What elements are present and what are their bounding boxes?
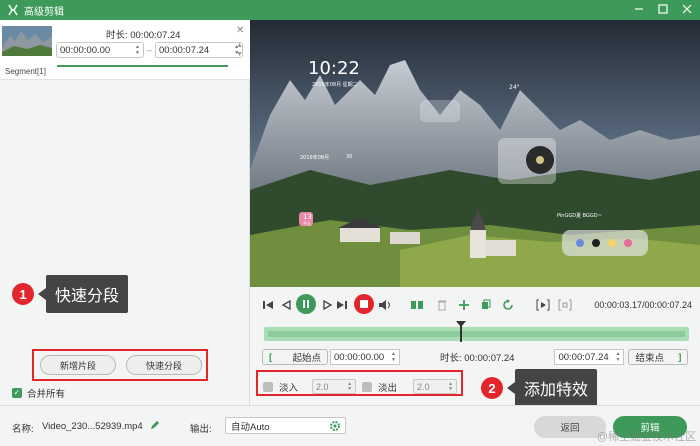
window-title: 高级剪辑	[24, 6, 64, 18]
clock-text: 10:22	[308, 58, 360, 79]
name-label: 名称:	[12, 424, 34, 435]
segment-item[interactable]: 时长: 00:00:07.24 ✕ 00:00:00.00 ▲ ▼ – 00:00…	[0, 20, 250, 80]
fade-out-value[interactable]: 2.0 ▲ ▼	[413, 379, 458, 394]
merge-all-checkbox[interactable]: ✓ 合并所有	[12, 386, 65, 400]
edit-name-icon[interactable]	[149, 419, 159, 434]
bottom-bar: 名称: Video_230...52939.mp4 输出: 自动Auto 返回 …	[0, 405, 700, 446]
playback-time: 00:00:03.17/00:00:07.24	[594, 300, 692, 310]
calendar-today: 13	[303, 213, 312, 221]
trim-row: [起始点 00:00:00.00 ▲ ▼ 时长: 00:00:07.24 00:0…	[262, 348, 690, 366]
reorder-icon[interactable]: ▲ ▼	[236, 42, 243, 58]
fade-in-control[interactable]: 淡入 2.0 ▲ ▼	[263, 379, 357, 394]
fade-in-value[interactable]: 2.0 ▲ ▼	[312, 379, 357, 394]
segment-close-icon[interactable]: ✕	[236, 25, 244, 36]
volume-icon[interactable]	[378, 296, 392, 314]
set-start-button[interactable]: [起始点	[262, 349, 328, 365]
skip-end-icon[interactable]	[336, 296, 348, 314]
fade-out-control[interactable]: 淡出 2.0 ▲ ▼	[362, 379, 458, 394]
stepper-arrows-icon[interactable]: ▲ ▼	[616, 351, 621, 363]
mark-in-icon[interactable]	[536, 296, 550, 314]
music-label: PinGGD夏 BGGD~	[557, 213, 602, 219]
mark-out-icon[interactable]	[558, 296, 572, 314]
annotation-1: 1 快速分段	[12, 275, 129, 313]
stop-button[interactable]	[354, 294, 374, 314]
reset-icon[interactable]	[502, 296, 514, 314]
copy-icon[interactable]	[480, 296, 492, 314]
annotation-2: 2 添加特效	[481, 369, 598, 407]
segment-range-bar	[57, 65, 228, 67]
segment-start-time[interactable]: 00:00:00.00 ▲ ▼	[56, 42, 144, 58]
pause-button[interactable]	[296, 294, 316, 314]
segment-duration: 时长: 00:00:07.24	[106, 30, 181, 41]
calendar-title: 2019年08月	[300, 155, 330, 161]
skip-start-icon[interactable]	[262, 296, 274, 314]
file-name: Video_230...52939.mp4	[42, 421, 143, 432]
title-bar: 高级剪辑	[0, 0, 700, 20]
checkmark-icon: ✓	[12, 388, 22, 398]
effects-box: 淡入 2.0 ▲ ▼ 淡出 2.0 ▲ ▼	[256, 370, 463, 396]
quick-split-button[interactable]: 快速分段	[126, 355, 202, 375]
stepper-arrows-icon[interactable]: ▲ ▼	[135, 44, 140, 56]
fade-in-checkbox[interactable]	[263, 381, 273, 392]
minimize-icon[interactable]	[632, 2, 646, 16]
trim-duration: 时长: 00:00:07.24	[440, 353, 515, 364]
next-frame-icon[interactable]	[322, 296, 334, 314]
segment-label: Segment[1]	[5, 67, 46, 76]
back-button[interactable]: 返回	[534, 416, 606, 438]
watermark: @稀土掘金技术社区	[596, 431, 696, 443]
calendar-today-label: 今天	[303, 221, 311, 226]
add-segment-button[interactable]: 新增片段	[40, 355, 116, 375]
add-icon[interactable]	[458, 296, 470, 314]
stepper-arrows-icon[interactable]: ▲ ▼	[391, 351, 396, 363]
gear-icon[interactable]	[329, 420, 341, 435]
maximize-icon[interactable]	[656, 2, 670, 16]
app-logo-icon	[7, 4, 19, 16]
fade-out-checkbox[interactable]	[362, 381, 372, 392]
delete-icon[interactable]	[436, 296, 448, 314]
segment-end-time[interactable]: 00:00:07.24 ▲ ▼	[155, 42, 244, 58]
playhead[interactable]	[460, 322, 462, 342]
split-icon[interactable]	[410, 296, 424, 314]
set-end-button[interactable]: 结束点]	[628, 349, 689, 365]
timeline-track[interactable]	[264, 327, 689, 341]
segment-panel: 时长: 00:00:07.24 ✕ 00:00:00.00 ▲ ▼ – 00:00…	[0, 20, 250, 405]
prev-frame-icon[interactable]	[280, 296, 292, 314]
segment-thumbnail	[2, 26, 52, 56]
date-text: 2019年08月 星期二	[312, 82, 358, 88]
output-label: 输出:	[190, 424, 212, 435]
calendar-head: 30	[346, 154, 353, 160]
trim-end-time[interactable]: 00:00:07.24 ▲ ▼	[554, 349, 625, 365]
trim-start-time[interactable]: 00:00:00.00 ▲ ▼	[330, 349, 400, 365]
output-select[interactable]: 自动Auto	[225, 417, 346, 434]
video-preview[interactable]: 10:22 2019年08月 星期二 2019年08月 30 13 今天 24°…	[250, 20, 700, 287]
weather-text: 24°	[509, 84, 520, 91]
close-icon[interactable]	[680, 2, 694, 16]
player-controls: 00:00:03.17/00:00:07.24	[250, 287, 700, 323]
